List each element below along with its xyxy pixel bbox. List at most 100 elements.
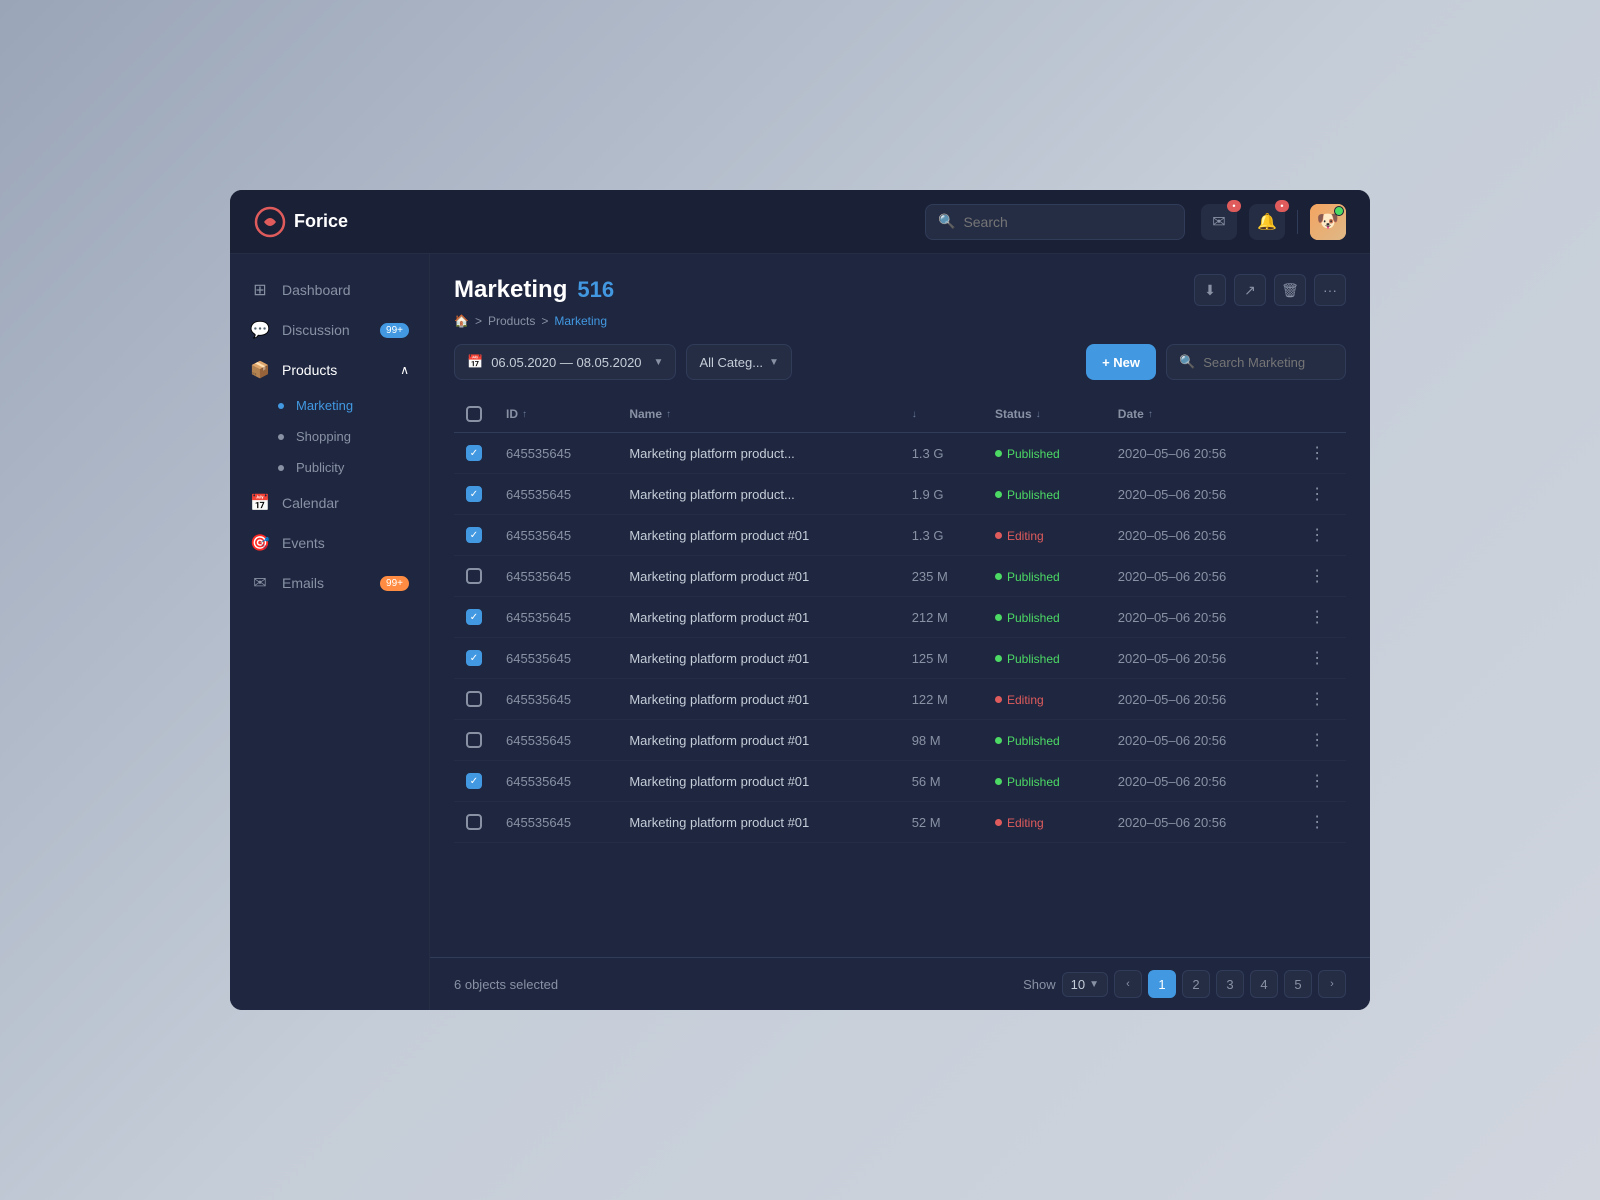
notification-button[interactable]: 🔔 • bbox=[1249, 204, 1285, 240]
discussion-icon: 💬 bbox=[250, 320, 270, 340]
row-checkbox-cell[interactable] bbox=[454, 679, 494, 720]
search-marketing-bar[interactable]: 🔍 bbox=[1166, 344, 1346, 380]
row-more-button[interactable]: ⋮ bbox=[1301, 443, 1334, 463]
category-select[interactable]: All Categ... ▼ bbox=[686, 344, 792, 380]
row-checkbox[interactable]: ✓ bbox=[466, 650, 482, 666]
row-actions-cell[interactable]: ⋮ bbox=[1289, 597, 1346, 638]
row-actions-cell[interactable]: ⋮ bbox=[1289, 515, 1346, 556]
table-footer: 6 objects selected Show 10 ▼ ‹ 1 2 3 4 5… bbox=[430, 957, 1370, 1010]
page-4-button[interactable]: 4 bbox=[1250, 970, 1278, 998]
row-actions-cell[interactable]: ⋮ bbox=[1289, 761, 1346, 802]
row-more-button[interactable]: ⋮ bbox=[1301, 689, 1334, 709]
row-id: 645535645 bbox=[494, 720, 617, 761]
page-2-button[interactable]: 2 bbox=[1182, 970, 1210, 998]
sidebar-item-shopping[interactable]: Shopping bbox=[230, 421, 429, 452]
sidebar-item-marketing[interactable]: Marketing bbox=[230, 390, 429, 421]
row-actions-cell[interactable]: ⋮ bbox=[1289, 556, 1346, 597]
delete-button[interactable]: 🗑 bbox=[1274, 274, 1306, 306]
products-subnav: Marketing Shopping Publicity bbox=[230, 390, 429, 483]
status-text: Published bbox=[1007, 652, 1060, 666]
row-checkbox-cell[interactable] bbox=[454, 802, 494, 843]
row-checkbox[interactable]: ✓ bbox=[466, 773, 482, 789]
share-button[interactable]: ↗ bbox=[1234, 274, 1266, 306]
row-actions-cell[interactable]: ⋮ bbox=[1289, 638, 1346, 679]
row-more-button[interactable]: ⋮ bbox=[1301, 525, 1334, 545]
logo-text: Forice bbox=[294, 211, 348, 232]
row-actions-cell[interactable]: ⋮ bbox=[1289, 433, 1346, 474]
sidebar-item-products[interactable]: 📦 Products ∧ bbox=[230, 350, 429, 390]
status-text: Published bbox=[1007, 775, 1060, 789]
discussion-badge: 99+ bbox=[380, 323, 409, 338]
row-checkbox-cell[interactable] bbox=[454, 720, 494, 761]
row-checkbox[interactable]: ✓ bbox=[466, 527, 482, 543]
more-button[interactable]: ··· bbox=[1314, 274, 1346, 306]
row-checkbox[interactable] bbox=[466, 568, 482, 584]
row-status: Editing bbox=[983, 679, 1106, 720]
row-name: Marketing platform product #01 bbox=[617, 638, 899, 679]
next-page-button[interactable]: › bbox=[1318, 970, 1346, 998]
select-all-checkbox[interactable] bbox=[466, 406, 482, 422]
global-search-input[interactable] bbox=[963, 214, 1172, 230]
row-checkbox[interactable] bbox=[466, 732, 482, 748]
row-checkbox[interactable]: ✓ bbox=[466, 486, 482, 502]
row-date: 2020–05–06 20:56 bbox=[1106, 679, 1289, 720]
page-5-button[interactable]: 5 bbox=[1284, 970, 1312, 998]
new-button[interactable]: + New bbox=[1086, 344, 1156, 380]
row-checkbox[interactable] bbox=[466, 691, 482, 707]
row-actions-cell[interactable]: ⋮ bbox=[1289, 802, 1346, 843]
row-checkbox[interactable] bbox=[466, 814, 482, 830]
row-checkbox-cell[interactable]: ✓ bbox=[454, 638, 494, 679]
row-more-button[interactable]: ⋮ bbox=[1301, 648, 1334, 668]
sidebar-item-calendar[interactable]: 📅 Calendar bbox=[230, 483, 429, 523]
row-more-button[interactable]: ⋮ bbox=[1301, 812, 1334, 832]
row-more-button[interactable]: ⋮ bbox=[1301, 484, 1334, 504]
row-status: Published bbox=[983, 556, 1106, 597]
global-search-bar[interactable]: 🔍 bbox=[925, 204, 1185, 240]
col-header-date[interactable]: Date↑ bbox=[1106, 396, 1289, 433]
mail-button[interactable]: ✉ • bbox=[1201, 204, 1237, 240]
prev-page-button[interactable]: ‹ bbox=[1114, 970, 1142, 998]
row-actions-cell[interactable]: ⋮ bbox=[1289, 720, 1346, 761]
page-1-button[interactable]: 1 bbox=[1148, 970, 1176, 998]
sidebar-item-dashboard[interactable]: ⊞ Dashboard bbox=[230, 270, 429, 310]
row-actions-cell[interactable]: ⋮ bbox=[1289, 474, 1346, 515]
page-title: Marketing 516 bbox=[454, 276, 614, 304]
col-header-name[interactable]: Name↑ bbox=[617, 396, 899, 433]
download-button[interactable]: ⬇ bbox=[1194, 274, 1226, 306]
sidebar-item-publicity[interactable]: Publicity bbox=[230, 452, 429, 483]
row-checkbox-cell[interactable]: ✓ bbox=[454, 433, 494, 474]
date-picker[interactable]: 📅 06.05.2020 — 08.05.2020 ▼ bbox=[454, 344, 676, 380]
row-checkbox[interactable]: ✓ bbox=[466, 609, 482, 625]
sidebar-item-events[interactable]: 🎯 Events bbox=[230, 523, 429, 563]
breadcrumb-home[interactable]: 🏠 bbox=[454, 314, 469, 328]
status-dot bbox=[995, 819, 1002, 826]
breadcrumb-sep2: > bbox=[541, 314, 548, 328]
row-checkbox[interactable]: ✓ bbox=[466, 445, 482, 461]
page-3-button[interactable]: 3 bbox=[1216, 970, 1244, 998]
avatar-button[interactable]: 🐶 bbox=[1310, 204, 1346, 240]
row-checkbox-cell[interactable]: ✓ bbox=[454, 515, 494, 556]
row-checkbox-cell[interactable] bbox=[454, 556, 494, 597]
row-more-button[interactable]: ⋮ bbox=[1301, 607, 1334, 627]
row-id: 645535645 bbox=[494, 433, 617, 474]
row-checkbox-cell[interactable]: ✓ bbox=[454, 597, 494, 638]
row-checkbox-cell[interactable]: ✓ bbox=[454, 761, 494, 802]
row-status: Published bbox=[983, 474, 1106, 515]
sidebar-item-discussion[interactable]: 💬 Discussion 99+ bbox=[230, 310, 429, 350]
row-checkbox-cell[interactable]: ✓ bbox=[454, 474, 494, 515]
col-header-id[interactable]: ID↑ bbox=[494, 396, 617, 433]
row-more-button[interactable]: ⋮ bbox=[1301, 566, 1334, 586]
col-header-checkbox[interactable] bbox=[454, 396, 494, 433]
breadcrumb-products[interactable]: Products bbox=[488, 314, 535, 328]
show-select[interactable]: 10 ▼ bbox=[1062, 972, 1108, 997]
page-title-count: 516 bbox=[577, 277, 614, 303]
sidebar-item-emails[interactable]: ✉ Emails 99+ bbox=[230, 563, 429, 603]
status-dot bbox=[995, 737, 1002, 744]
row-more-button[interactable]: ⋮ bbox=[1301, 771, 1334, 791]
row-actions-cell[interactable]: ⋮ bbox=[1289, 679, 1346, 720]
search-marketing-input[interactable] bbox=[1203, 355, 1333, 370]
breadcrumb-sep1: > bbox=[475, 314, 482, 328]
col-header-size[interactable]: ↓ bbox=[900, 396, 983, 433]
row-more-button[interactable]: ⋮ bbox=[1301, 730, 1334, 750]
col-header-status[interactable]: Status↓ bbox=[983, 396, 1106, 433]
